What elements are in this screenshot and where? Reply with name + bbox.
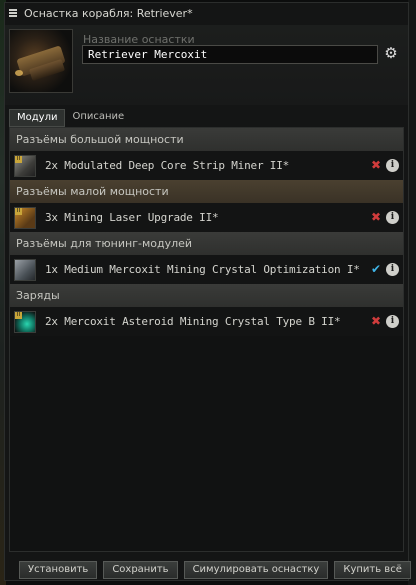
save-button[interactable]: Сохранить xyxy=(103,561,178,579)
mining-crystal-icon: II xyxy=(14,310,36,333)
module-list: Разъёмы большой мощности II 2x Modulated… xyxy=(9,127,404,552)
info-icon[interactable]: i xyxy=(386,210,399,224)
list-item[interactable]: II 3x Mining Laser Upgrade II* ✖ i xyxy=(10,203,403,232)
fit-header: Название оснастки ⚙ xyxy=(5,25,408,105)
section-rig-slots: Разъёмы для тюнинг-модулей xyxy=(10,232,403,255)
section-low-slots: Разъёмы малой мощности xyxy=(10,180,403,203)
simulate-button[interactable]: Симулировать оснастку xyxy=(183,561,329,579)
fit-name-input[interactable] xyxy=(82,45,378,64)
fitting-window: Оснастка корабля: Retriever* Название ос… xyxy=(4,2,411,581)
list-item[interactable]: 1x Medium Mercoxit Mining Crystal Optimi… xyxy=(10,255,403,284)
gear-icon[interactable]: ⚙ xyxy=(383,45,399,61)
info-icon[interactable]: i xyxy=(386,158,399,172)
list-item[interactable]: II 2x Modulated Deep Core Strip Miner II… xyxy=(10,151,403,180)
missing-icon: ✖ xyxy=(371,210,382,224)
tab-modules[interactable]: Модули xyxy=(9,109,66,127)
module-label: 2x Modulated Deep Core Strip Miner II* xyxy=(45,159,290,172)
footer-buttons: Установить Сохранить Симулировать оснаст… xyxy=(19,561,411,579)
list-item[interactable]: II 2x Mercoxit Asteroid Mining Crystal T… xyxy=(10,307,403,336)
info-icon[interactable]: i xyxy=(386,262,399,276)
module-label: 1x Medium Mercoxit Mining Crystal Optimi… xyxy=(45,263,360,276)
check-icon: ✔ xyxy=(371,262,382,276)
ship-image[interactable] xyxy=(9,29,73,93)
section-charges: Заряды xyxy=(10,284,403,307)
tab-bar: Модули Описание xyxy=(9,109,131,127)
window-title: Оснастка корабля: Retriever* xyxy=(24,6,193,20)
info-icon[interactable]: i xyxy=(386,314,399,328)
module-label: 3x Mining Laser Upgrade II* xyxy=(45,211,219,224)
window-titlebar[interactable]: Оснастка корабля: Retriever* xyxy=(5,3,408,23)
missing-icon: ✖ xyxy=(371,158,382,172)
missing-icon: ✖ xyxy=(371,314,382,328)
install-button[interactable]: Установить xyxy=(19,561,98,579)
strip-miner-icon: II xyxy=(14,154,36,177)
mining-upgrade-icon: II xyxy=(14,206,36,229)
tab-description[interactable]: Описание xyxy=(65,109,131,127)
buy-all-button[interactable]: Купить всё xyxy=(334,561,411,579)
background-right xyxy=(408,0,416,585)
rig-icon xyxy=(14,258,36,281)
section-high-slots: Разъёмы большой мощности xyxy=(10,128,403,151)
menu-icon[interactable] xyxy=(9,8,19,18)
module-label: 2x Mercoxit Asteroid Mining Crystal Type… xyxy=(45,315,341,328)
